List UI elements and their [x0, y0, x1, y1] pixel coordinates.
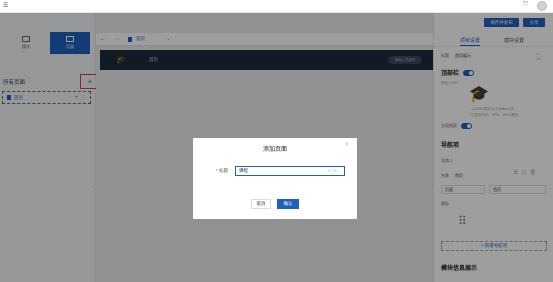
fullscreen-icon[interactable]: ⤧: [523, 2, 528, 9]
title-field-label: * 标题: [216, 168, 228, 174]
close-icon[interactable]: ×: [345, 142, 349, 148]
char-count: 2 / 15: [328, 169, 337, 173]
avatar[interactable]: [537, 1, 547, 11]
confirm-button[interactable]: 确认: [277, 199, 299, 209]
top-bar: ☰ ⤧: [0, 0, 553, 13]
title-field-text: 标题: [219, 168, 229, 173]
dialog-title: 添加页面: [262, 147, 287, 153]
cancel-button[interactable]: 取消: [251, 199, 271, 209]
menu-icon[interactable]: ☰: [3, 3, 8, 9]
required-mark: *: [216, 168, 218, 173]
add-page-dialog: 添加页面 × * 标题 2 / 15 取消 确认: [193, 138, 357, 219]
